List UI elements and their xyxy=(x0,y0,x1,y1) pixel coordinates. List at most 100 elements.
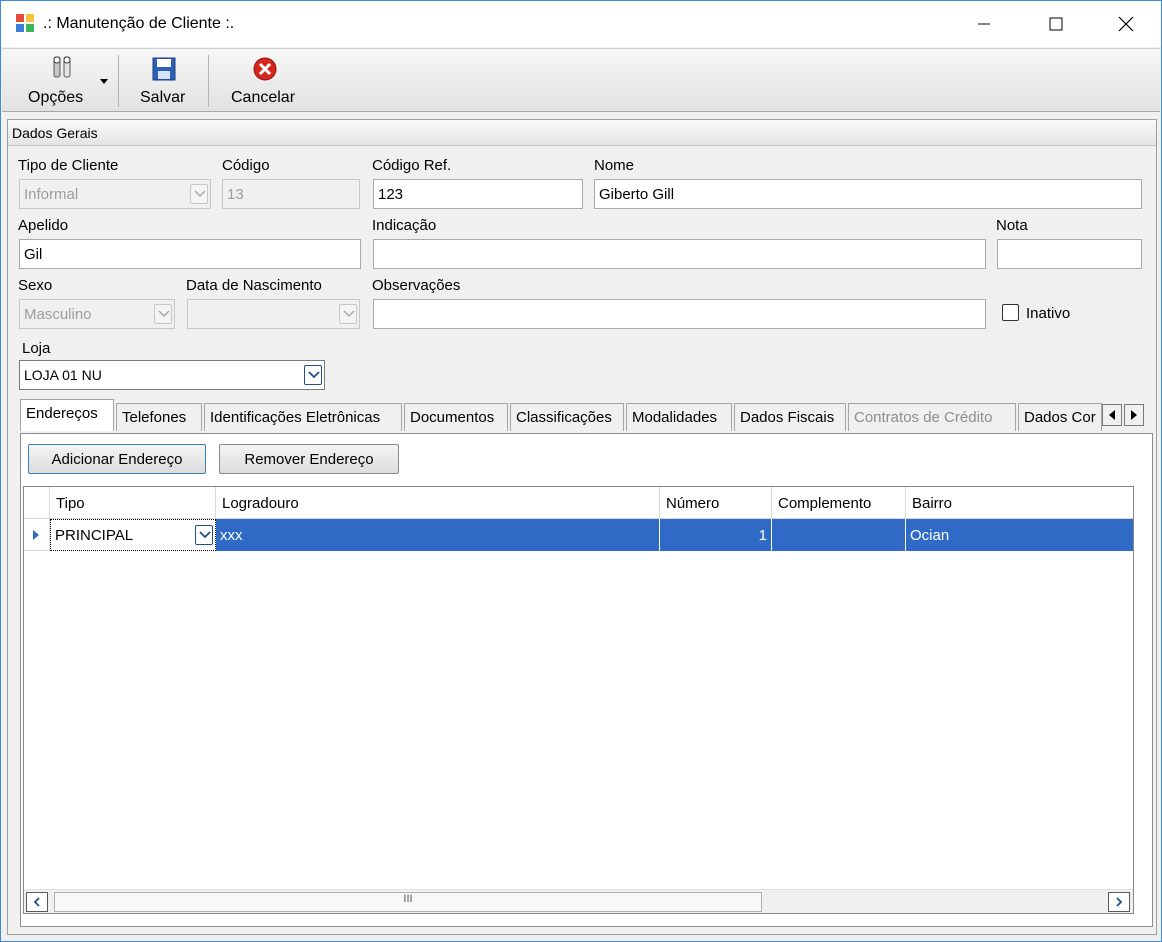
referral-field[interactable] xyxy=(373,239,986,269)
store-select[interactable]: LOJA 01 NU xyxy=(19,360,325,390)
name-field[interactable]: Giberto Gill xyxy=(594,179,1142,209)
gender-dropdown-button[interactable] xyxy=(154,304,172,324)
options-label: Opções xyxy=(28,89,84,106)
tab-more-data[interactable]: Dados Cor xyxy=(1018,403,1102,431)
toolbar-separator xyxy=(118,55,119,107)
scroll-right-button[interactable] xyxy=(1108,892,1130,912)
grid-corner-header xyxy=(24,487,50,519)
save-button[interactable]: Salvar xyxy=(126,49,202,111)
tab-label: Telefones xyxy=(122,409,187,426)
code-value: 13 xyxy=(227,186,244,203)
panel-header: Dados Gerais xyxy=(8,120,1156,146)
chevron-down-icon xyxy=(308,371,320,379)
close-icon xyxy=(1118,16,1134,32)
minimize-icon xyxy=(978,23,990,25)
chevron-right-icon xyxy=(1116,897,1123,907)
neighborhood-cell-value: Ocian xyxy=(910,527,950,544)
panel-title: Dados Gerais xyxy=(12,125,98,141)
options-button[interactable]: Opções xyxy=(10,49,114,111)
number-cell[interactable]: 1 xyxy=(660,519,772,551)
tab-label: Identificações Eletrônicas xyxy=(210,409,381,426)
tab-label: Contratos de Crédito xyxy=(854,409,993,426)
cancel-icon xyxy=(253,57,277,81)
tab-electronic-ids[interactable]: Identificações Eletrônicas xyxy=(204,403,402,431)
tab-label: Endereços xyxy=(26,405,98,422)
code-field[interactable]: 13 xyxy=(222,179,360,209)
type-cell-select[interactable]: PRINCIPAL xyxy=(50,519,216,551)
tab-addresses[interactable]: Endereços xyxy=(20,399,114,431)
client-maintenance-window: .: Manutenção de Cliente :. Opções Salva… xyxy=(0,0,1162,942)
client-type-dropdown-button[interactable] xyxy=(190,184,208,204)
name-value: Giberto Gill xyxy=(599,186,675,203)
maximize-button[interactable] xyxy=(1033,1,1079,47)
tab-label: Dados Cor xyxy=(1024,409,1096,426)
birth-date-picker[interactable] xyxy=(187,299,360,329)
inactive-checkbox[interactable] xyxy=(1002,304,1019,321)
table-row[interactable]: PRINCIPAL xxx 1 Ocian xyxy=(24,519,1133,551)
arrow-right-icon xyxy=(1131,410,1137,420)
column-header-label: Complemento xyxy=(778,495,872,512)
number-cell-value: 1 xyxy=(758,527,767,544)
store-dropdown-button[interactable] xyxy=(304,365,322,385)
column-header-label: Número xyxy=(666,495,720,512)
column-header-neighborhood[interactable]: Bairro xyxy=(906,487,1133,519)
gender-select[interactable]: Masculino xyxy=(19,299,175,329)
tab-modalities[interactable]: Modalidades xyxy=(626,403,732,431)
ref-code-value: 123 xyxy=(378,186,404,203)
horizontal-scrollbar[interactable]: III xyxy=(24,889,1133,913)
birth-date-dropdown-button[interactable] xyxy=(339,304,357,324)
row-header[interactable] xyxy=(24,519,50,551)
remove-address-button[interactable]: Remover Endereço xyxy=(219,444,399,474)
add-address-button[interactable]: Adicionar Endereço xyxy=(28,444,206,474)
chevron-left-icon xyxy=(33,897,40,907)
neighborhood-cell[interactable]: Ocian xyxy=(906,519,1133,551)
tab-scroll-left-button[interactable] xyxy=(1102,404,1122,426)
ref-code-field[interactable]: 123 xyxy=(373,179,583,209)
client-type-value: Informal xyxy=(24,186,79,203)
notes-field[interactable] xyxy=(373,299,986,329)
title-bar: .: Manutenção de Cliente :. xyxy=(1,1,1161,47)
type-cell-dropdown-button[interactable] xyxy=(195,525,213,545)
tab-credit-contracts[interactable]: Contratos de Crédito xyxy=(848,403,1016,431)
client-type-label: Tipo de Cliente xyxy=(18,157,119,174)
tab-phones[interactable]: Telefones xyxy=(116,403,202,431)
tab-documents[interactable]: Documentos xyxy=(404,403,508,431)
maximize-icon xyxy=(1049,17,1063,31)
client-type-select[interactable]: Informal xyxy=(19,179,211,209)
column-header-street[interactable]: Logradouro xyxy=(216,487,660,519)
column-header-type[interactable]: Tipo xyxy=(50,487,216,519)
name-label: Nome xyxy=(594,157,635,174)
column-header-complement[interactable]: Complemento xyxy=(772,487,906,519)
tab-tax-data[interactable]: Dados Fiscais xyxy=(734,403,846,431)
scroll-left-button[interactable] xyxy=(26,892,48,912)
close-button[interactable] xyxy=(1103,1,1149,47)
ref-code-label: Código Ref. xyxy=(372,157,452,174)
minimize-button[interactable] xyxy=(961,1,1007,47)
nickname-field[interactable]: Gil xyxy=(19,239,361,269)
complement-cell[interactable] xyxy=(772,519,906,551)
remove-address-label: Remover Endereço xyxy=(244,451,374,468)
tab-label: Documentos xyxy=(410,409,495,426)
chevron-down-icon xyxy=(199,531,211,539)
column-header-label: Logradouro xyxy=(222,495,299,512)
save-icon xyxy=(152,57,176,81)
cancel-button[interactable]: Cancelar xyxy=(216,49,320,111)
toolbar-separator xyxy=(208,55,209,107)
column-header-number[interactable]: Número xyxy=(660,487,772,519)
general-data-panel: Dados Gerais Tipo de Cliente Informal Có… xyxy=(7,119,1157,935)
inactive-label: Inativo xyxy=(1026,305,1071,322)
code-label: Código xyxy=(222,157,270,174)
rating-field[interactable] xyxy=(997,239,1142,269)
nickname-value: Gil xyxy=(24,246,43,263)
chevron-down-icon xyxy=(158,310,170,318)
gender-value: Masculino xyxy=(24,306,92,323)
addresses-tab-page: Adicionar Endereço Remover Endereço Tipo… xyxy=(20,433,1153,927)
street-cell[interactable]: xxx xyxy=(216,519,660,551)
address-grid: Tipo Logradouro Número Complemento Bairr… xyxy=(23,486,1134,914)
notes-label: Observações xyxy=(372,277,461,294)
tab-classifications[interactable]: Classificações xyxy=(510,403,624,431)
save-label: Salvar xyxy=(140,89,186,106)
scroll-thumb[interactable]: III xyxy=(54,892,762,912)
cancel-label: Cancelar xyxy=(231,89,296,106)
tab-scroll-right-button[interactable] xyxy=(1124,404,1144,426)
